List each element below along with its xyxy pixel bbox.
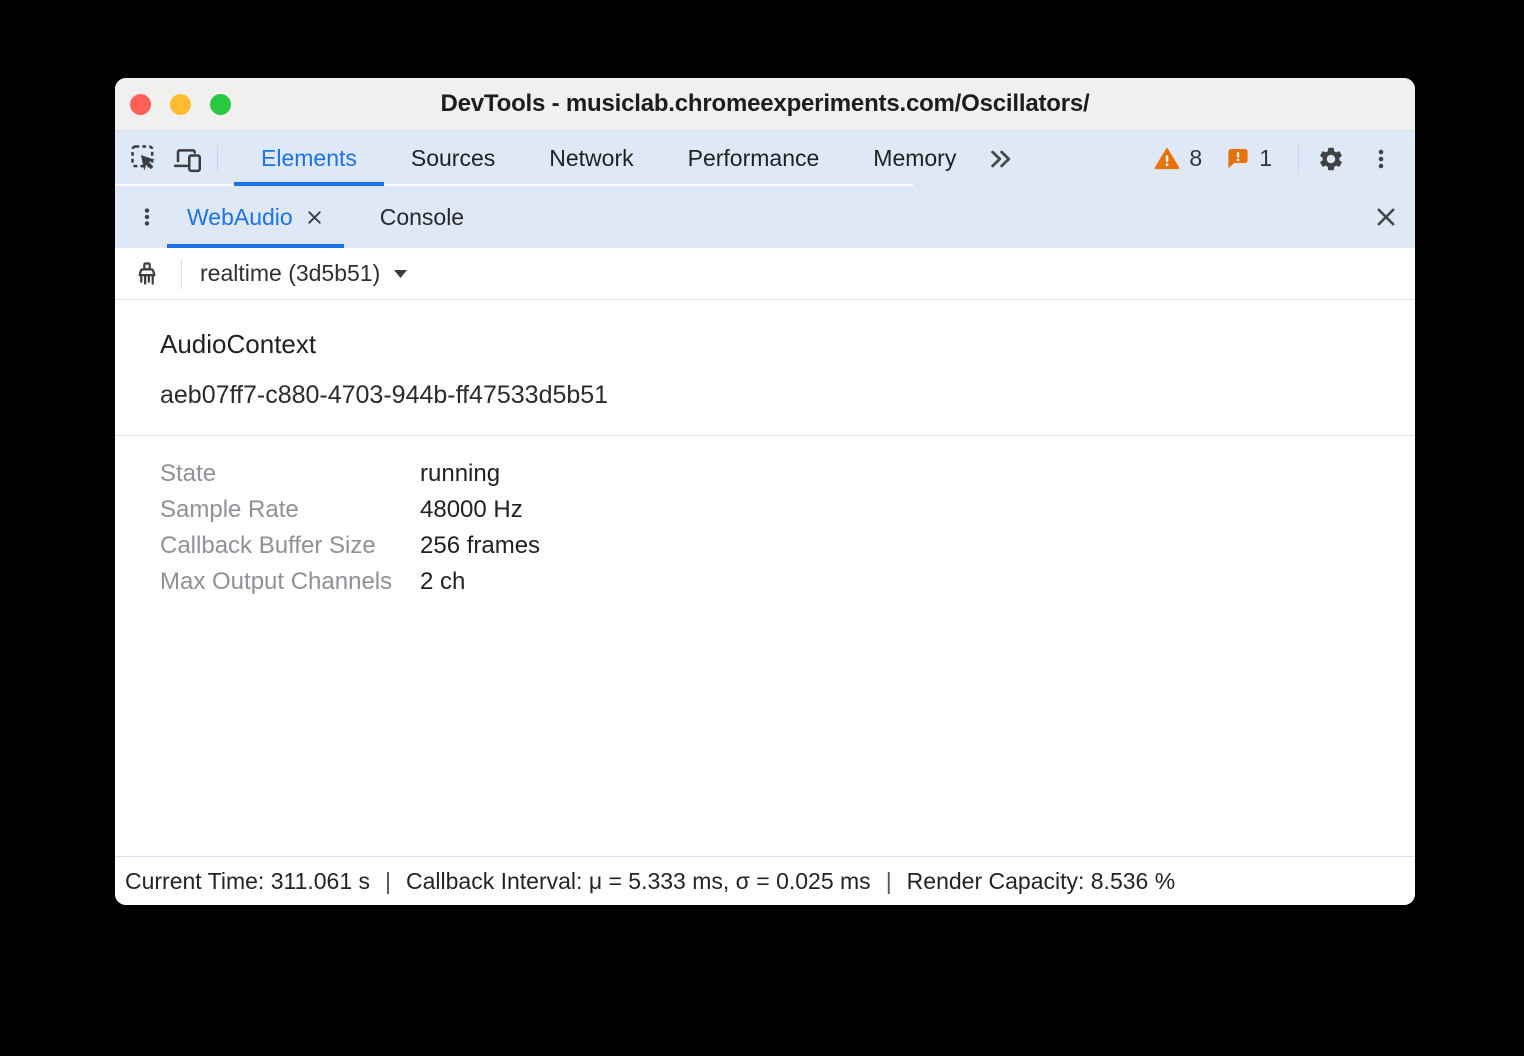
tab-network[interactable]: Network [522, 131, 660, 186]
warning-icon [1154, 146, 1180, 172]
panel-tabs: Elements Sources Network Performance Mem… [234, 131, 983, 186]
property-label: Callback Buffer Size [160, 532, 420, 560]
main-toolbar: Elements Sources Network Performance Mem… [115, 131, 1415, 186]
status-separator: | [385, 868, 391, 895]
titlebar: DevTools - musiclab.chromeexperiments.co… [115, 78, 1415, 131]
warnings-badge[interactable]: 8 [1154, 145, 1202, 172]
inspect-icon[interactable] [129, 143, 161, 175]
device-toolbar-icon[interactable] [171, 143, 203, 175]
tab-elements[interactable]: Elements [234, 131, 384, 186]
property-label: Max Output Channels [160, 568, 420, 596]
issues-icon [1226, 147, 1250, 171]
more-panels-icon[interactable] [985, 143, 1017, 175]
drawer-close-icon[interactable] [1369, 200, 1403, 234]
property-value: running [420, 460, 500, 488]
property-value: 2 ch [420, 568, 465, 596]
property-label: State [160, 460, 420, 488]
main-menu-kebab-icon[interactable] [1365, 143, 1397, 175]
issues-badge[interactable]: 1 [1226, 145, 1272, 172]
tab-console-label: Console [380, 204, 464, 231]
zoom-window-button[interactable] [210, 94, 231, 115]
warning-count: 8 [1189, 145, 1202, 172]
status-current-time: Current Time: 311.061 s [125, 868, 370, 895]
context-type-heading: AudioContext [160, 327, 1370, 361]
status-separator: | [886, 868, 892, 895]
webaudio-content: AudioContext aeb07ff7-c880-4703-944b-ff4… [115, 300, 1415, 856]
tab-webaudio-label: WebAudio [187, 204, 293, 231]
property-value: 256 frames [420, 532, 540, 560]
close-window-button[interactable] [130, 94, 151, 115]
drawer-toolbar: WebAudio Console [115, 186, 1415, 248]
traffic-lights [130, 78, 231, 130]
context-properties: State running Sample Rate 48000 Hz Callb… [160, 456, 1370, 600]
content-divider [115, 435, 1415, 436]
toolbar-divider [1298, 145, 1299, 173]
toolbar-divider [181, 259, 182, 289]
status-render-capacity: Render Capacity: 8.536 % [907, 868, 1176, 895]
table-row: Max Output Channels 2 ch [160, 564, 1370, 600]
triangle-down-icon [394, 270, 407, 278]
webaudio-toolbar: realtime (3d5b51) [115, 248, 1415, 300]
context-selector-dropdown[interactable]: realtime (3d5b51) [200, 260, 407, 287]
tab-webaudio-close-icon[interactable] [305, 208, 324, 227]
tab-sources[interactable]: Sources [384, 131, 522, 186]
table-row: Sample Rate 48000 Hz [160, 492, 1370, 528]
tab-webaudio[interactable]: WebAudio [167, 186, 344, 248]
context-selector-label: realtime (3d5b51) [200, 260, 380, 287]
status-callback-interval: Callback Interval: μ = 5.333 ms, σ = 0.0… [406, 868, 871, 895]
table-row: State running [160, 456, 1370, 492]
toolbar-right-cluster: 8 1 [1154, 143, 1397, 175]
clear-broom-icon[interactable] [131, 258, 163, 290]
tab-memory[interactable]: Memory [846, 131, 983, 186]
minimize-window-button[interactable] [170, 94, 191, 115]
tab-performance[interactable]: Performance [661, 131, 847, 186]
table-row: Callback Buffer Size 256 frames [160, 528, 1370, 564]
tab-console[interactable]: Console [360, 186, 484, 248]
property-label: Sample Rate [160, 496, 420, 524]
issue-count: 1 [1259, 145, 1272, 172]
context-id: aeb07ff7-c880-4703-944b-ff47533d5b51 [160, 380, 1370, 410]
drawer-menu-kebab-icon[interactable] [131, 201, 163, 233]
toolbar-divider [217, 145, 218, 173]
devtools-window: DevTools - musiclab.chromeexperiments.co… [115, 78, 1415, 905]
property-value: 48000 Hz [420, 496, 523, 524]
status-bar: Current Time: 311.061 s | Callback Inter… [115, 856, 1415, 905]
window-title: DevTools - musiclab.chromeexperiments.co… [441, 90, 1090, 118]
settings-gear-icon[interactable] [1315, 143, 1347, 175]
